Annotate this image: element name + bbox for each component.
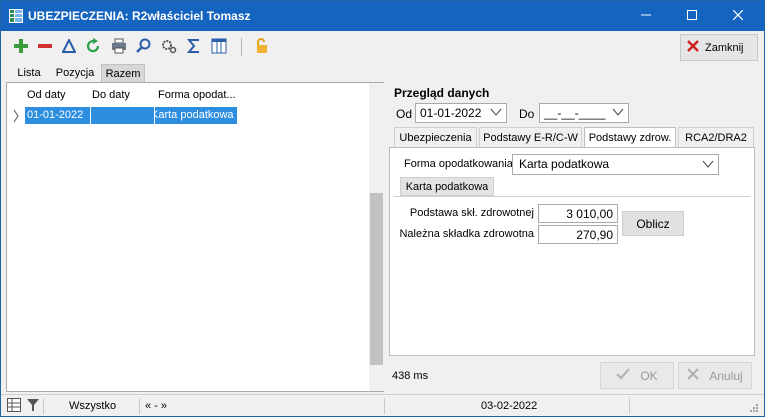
status-bar: Wszystko « - » 03-02-2022 <box>1 394 764 416</box>
table-row[interactable]: 01-01-2022 Karta podatkowa <box>25 107 237 124</box>
tab-content: Forma opodatkowania Karta podatkowa Kart… <box>389 147 755 356</box>
data-review-panel: Przegląd danych Od 01-01-2022 Do __-__-_… <box>389 82 761 392</box>
print-button[interactable] <box>109 37 129 57</box>
tab-razem[interactable]: Razem <box>101 64 145 82</box>
column-header-od[interactable]: Od daty <box>27 89 66 101</box>
forma-label: Forma opodatkowania <box>404 158 513 170</box>
oblicz-button[interactable]: Oblicz <box>622 211 684 236</box>
maximize-icon <box>687 9 697 23</box>
add-button[interactable] <box>11 37 31 57</box>
view-tabs: Lista Pozycja Razem <box>1 63 764 82</box>
lock-icon <box>254 37 270 57</box>
od-date-input[interactable]: 01-01-2022 <box>415 103 507 123</box>
grid-header: Od daty Do daty Forma opodat... <box>7 83 369 105</box>
tab-rca2-dra2[interactable]: RCA2/DRA2 <box>678 127 754 147</box>
tab-karta-podatkowa[interactable]: Karta podatkowa <box>400 177 494 196</box>
tab-ubezpieczenia[interactable]: Ubezpieczenia <box>394 127 477 147</box>
cell-do-daty[interactable] <box>91 107 154 124</box>
refresh-button[interactable] <box>83 37 103 57</box>
tab-pozycja[interactable]: Pozycja <box>51 64 99 82</box>
maximize-button[interactable] <box>669 1 715 31</box>
timing-text: 438 ms <box>392 370 429 382</box>
toolbar-separator <box>241 38 242 56</box>
inner-tab-divider <box>394 196 750 197</box>
filter-text[interactable]: Wszystko <box>69 400 116 412</box>
columns-icon <box>211 38 227 57</box>
close-window-button[interactable] <box>715 1 761 31</box>
minimize-icon <box>641 9 651 23</box>
podstawa-field[interactable]: 3 010,00 <box>538 204 618 223</box>
records-grid: Od daty Do daty Forma opodat... 01-01-20… <box>6 82 384 392</box>
do-label: Do <box>519 107 535 121</box>
tab-lista[interactable]: Lista <box>9 64 49 82</box>
remove-button[interactable] <box>35 37 55 57</box>
sum-icon <box>186 38 201 57</box>
edit-icon <box>61 37 77 56</box>
toolbar <box>1 31 764 63</box>
lock-button[interactable] <box>252 37 272 57</box>
forma-select[interactable]: Karta podatkowa <box>512 154 719 175</box>
status-date: 03-02-2022 <box>481 400 538 412</box>
remove-icon <box>38 39 52 56</box>
close-red-icon <box>687 40 699 55</box>
minimize-button[interactable] <box>623 1 669 31</box>
do-date-input[interactable]: __-__-____ <box>539 103 629 123</box>
close-button-label: Zamknij <box>705 41 744 54</box>
chevron-down-icon <box>612 106 624 120</box>
review-tabs: Ubezpieczenia Podstawy E-R/C-W Podstawy … <box>394 127 754 147</box>
column-header-forma[interactable]: Forma opodat... <box>158 89 236 101</box>
ok-label: OK <box>640 368 658 383</box>
table-icon[interactable] <box>7 398 21 415</box>
status-separator <box>384 398 385 414</box>
chevron-down-icon <box>490 106 502 120</box>
nav-text[interactable]: « - » <box>145 400 167 412</box>
search-icon <box>136 38 152 57</box>
edit-button[interactable] <box>59 37 79 57</box>
status-separator <box>43 398 44 414</box>
search-button[interactable] <box>134 37 154 57</box>
settings-icon <box>161 38 177 57</box>
status-separator <box>629 398 630 414</box>
window-title: UBEZPIECZENIA: R2właściciel Tomasz <box>28 9 251 23</box>
do-date-value: __-__-____ <box>544 106 606 120</box>
resize-grip-icon[interactable] <box>749 403 759 416</box>
refresh-icon <box>85 37 101 57</box>
title-bar: UBEZPIECZENIA: R2właściciel Tomasz <box>1 1 764 31</box>
skladka-label: Należna składka zdrowotna <box>399 228 534 240</box>
ok-button[interactable]: OK <box>600 362 674 389</box>
forma-select-value: Karta podatkowa <box>519 157 610 171</box>
od-label: Od <box>396 107 413 121</box>
add-icon <box>14 38 28 56</box>
column-header-do[interactable]: Do daty <box>92 89 130 101</box>
tab-podstawy-zdrow[interactable]: Podstawy zdrow. <box>584 127 676 147</box>
anuluj-button[interactable]: Anuluj <box>678 362 752 389</box>
cell-od-daty[interactable]: 01-01-2022 <box>25 107 90 124</box>
main-window: UBEZPIECZENIA: R2właściciel Tomasz Zamkn… <box>0 0 765 417</box>
skladka-field[interactable]: 270,90 <box>538 225 618 244</box>
sum-button[interactable] <box>184 37 204 57</box>
cell-forma[interactable]: Karta podatkowa <box>155 107 237 124</box>
cancel-icon <box>687 368 700 383</box>
scrollbar-thumb[interactable] <box>370 193 383 365</box>
tab-podstawy-er[interactable]: Podstawy E-R/C-W <box>479 127 582 147</box>
settings-button[interactable] <box>159 37 179 57</box>
anuluj-label: Anuluj <box>709 368 743 383</box>
grid-app-icon <box>9 9 23 23</box>
od-date-value: 01-01-2022 <box>420 106 482 120</box>
podstawa-label: Podstawa skł. zdrowotnej <box>409 207 534 219</box>
row-indicator-icon <box>13 109 19 123</box>
grid-scrollbar[interactable] <box>369 83 384 391</box>
status-separator <box>139 398 140 414</box>
checkmark-icon <box>616 368 631 383</box>
close-button[interactable]: Zamknij <box>680 34 758 61</box>
print-icon <box>111 38 127 57</box>
columns-button[interactable] <box>209 37 229 57</box>
chevron-down-icon <box>702 158 714 172</box>
section-title: Przegląd danych <box>394 86 490 100</box>
filter-icon[interactable] <box>27 398 39 415</box>
close-icon <box>732 9 744 23</box>
